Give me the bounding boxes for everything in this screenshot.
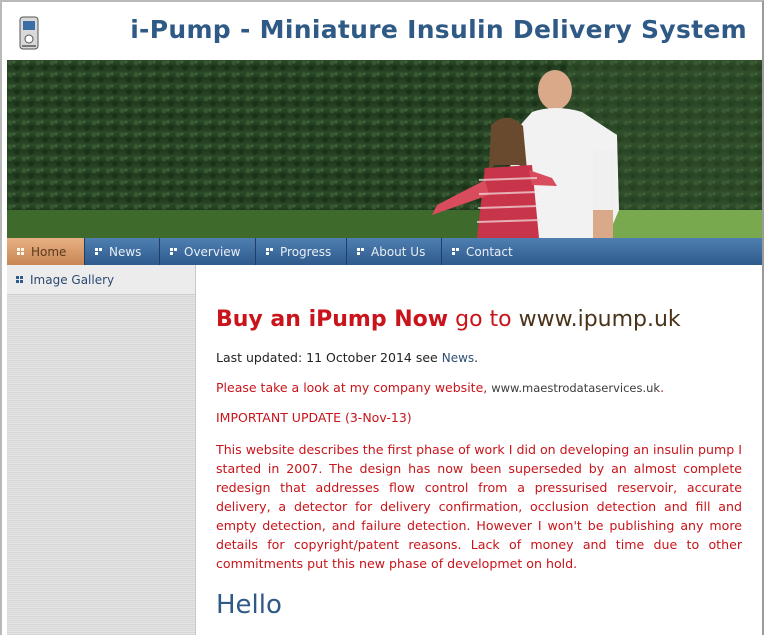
nav-label: About Us	[371, 244, 426, 259]
nav-about-us[interactable]: About Us	[347, 238, 442, 265]
pump-device-icon[interactable]	[17, 15, 41, 51]
nav-progress[interactable]: Progress	[256, 238, 347, 265]
nav-home[interactable]: Home	[7, 238, 85, 265]
buy-heading: Buy an iPump Now go to www.ipump.uk	[216, 307, 742, 332]
nav-label: Overview	[184, 244, 241, 259]
bullet-icon	[95, 247, 103, 256]
company-suffix: .	[660, 380, 665, 395]
browser-page: i-Pump - Miniature Insulin Delivery Syst…	[0, 0, 764, 635]
sidebar: Image Gallery	[7, 265, 196, 635]
updated-text: Last updated: 11 October 2014 see	[216, 350, 438, 365]
company-paragraph: Please take a look at my company website…	[216, 380, 742, 395]
description-paragraph: This website describes the first phase o…	[216, 442, 742, 571]
site-title: i-Pump - Miniature Insulin Delivery Syst…	[130, 15, 747, 44]
bullet-icon	[266, 247, 274, 256]
nav-news[interactable]: News	[85, 238, 160, 265]
bullet-icon	[452, 247, 460, 256]
nav-contact[interactable]: Contact	[442, 238, 762, 265]
buy-url-link[interactable]: www.ipump.uk	[519, 307, 681, 332]
sidebar-item-label: Image Gallery	[30, 272, 115, 287]
nav-label: Home	[31, 244, 67, 259]
nav-label: Progress	[280, 244, 332, 259]
buy-prefix: Buy an iPump Now	[216, 307, 449, 332]
hero-photo	[7, 60, 762, 238]
bullet-icon	[16, 275, 24, 284]
company-link[interactable]: www.maestrodataservices.uk	[491, 381, 660, 395]
site-header: i-Pump - Miniature Insulin Delivery Syst…	[5, 5, 761, 59]
hello-heading: Hello	[216, 590, 282, 620]
nav-label: News	[109, 244, 142, 259]
last-updated: Last updated: 11 October 2014 see News.	[216, 350, 742, 365]
main-nav: Home News Overview Progress About Us Con…	[7, 238, 762, 265]
sidebar-item-image-gallery[interactable]: Image Gallery	[7, 265, 195, 295]
nav-label: Contact	[466, 244, 513, 259]
updated-suffix: .	[474, 350, 479, 365]
news-link[interactable]: News	[442, 351, 474, 365]
nav-overview[interactable]: Overview	[160, 238, 256, 265]
bullet-icon	[170, 247, 178, 256]
important-update: IMPORTANT UPDATE (3-Nov-13)	[216, 410, 412, 425]
main-content: Buy an iPump Now go to www.ipump.uk Last…	[216, 302, 742, 620]
bullet-icon	[357, 247, 365, 256]
bullet-icon	[17, 247, 25, 256]
buy-middle: go to	[455, 307, 512, 332]
company-text: Please take a look at my company website…	[216, 380, 488, 395]
